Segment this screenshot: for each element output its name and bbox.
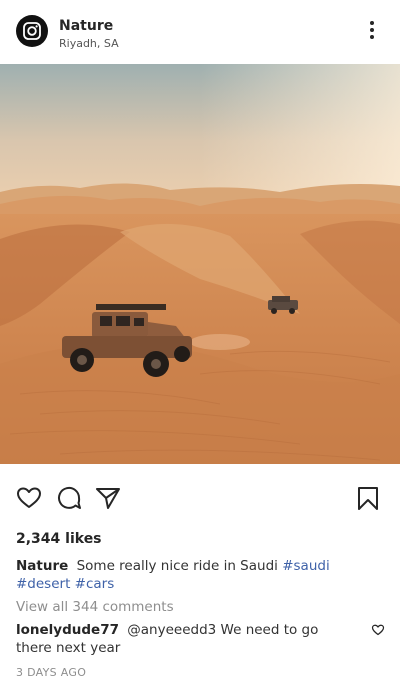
post-location[interactable]: Riyadh, SA <box>59 37 119 50</box>
view-all-comments-link[interactable]: View all 344 comments <box>16 599 174 615</box>
post-image[interactable] <box>0 64 400 464</box>
post-timestamp: 3 DAYS AGO <box>16 666 87 679</box>
instagram-logo-icon <box>23 22 41 40</box>
heart-icon <box>17 487 41 508</box>
hashtag-link[interactable]: #desert <box>16 576 70 592</box>
save-button[interactable] <box>354 484 382 512</box>
avatar[interactable] <box>16 15 48 47</box>
comment-item: lonelydude77 @anyeeedd3 We need to go th… <box>16 621 346 657</box>
send-icon <box>96 488 120 509</box>
account-name[interactable]: Nature <box>59 18 113 34</box>
post-caption: Nature Some really nice ride in Saudi #s… <box>16 557 371 593</box>
hashtag-link[interactable]: #saudi <box>282 558 330 574</box>
comment-author[interactable]: lonelydude77 <box>16 622 119 638</box>
comment-icon <box>58 486 81 509</box>
comment-button[interactable] <box>55 484 83 512</box>
caption-text: Some really nice ride in Saudi <box>76 558 278 574</box>
heart-icon <box>371 624 385 636</box>
more-options-button[interactable] <box>362 20 382 40</box>
more-vertical-icon <box>370 21 374 39</box>
post-header: Nature Riyadh, SA <box>0 0 400 64</box>
bookmark-icon <box>358 487 378 510</box>
like-count[interactable]: 2,344 likes <box>16 531 102 547</box>
caption-author[interactable]: Nature <box>16 558 68 574</box>
share-button[interactable] <box>94 484 122 512</box>
post-actions <box>0 484 400 516</box>
comment-like-button[interactable] <box>371 622 385 636</box>
hashtag-link[interactable]: #cars <box>75 576 115 592</box>
like-button[interactable] <box>15 484 43 512</box>
